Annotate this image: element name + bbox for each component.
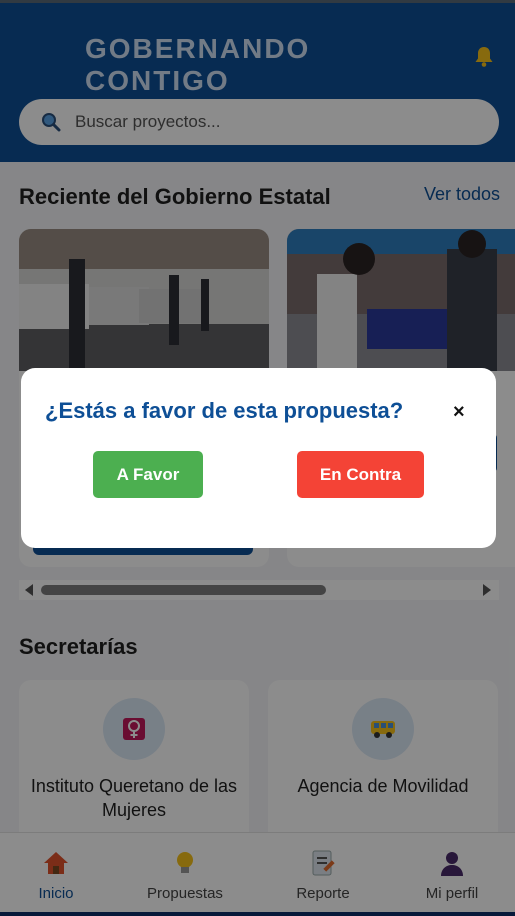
contra-button[interactable]: En Contra [297, 451, 424, 498]
favor-button[interactable]: A Favor [93, 451, 203, 498]
vote-modal: ¿Estás a favor de esta propuesta? × A Fa… [21, 368, 496, 548]
modal-question: ¿Estás a favor de esta propuesta? [45, 398, 404, 423]
app-screen: GOBERNANDO CONTIGO Reciente del Gobierno… [0, 0, 515, 916]
close-icon[interactable]: × [453, 401, 465, 424]
